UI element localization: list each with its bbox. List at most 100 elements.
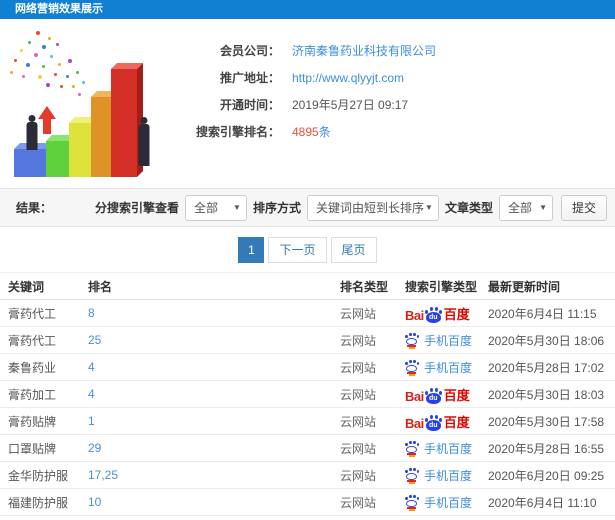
- mobile-baidu-label: 手机百度: [424, 468, 473, 483]
- mobile-baidu-label: 手机百度: [424, 360, 473, 375]
- rank-cell[interactable]: 8: [88, 306, 340, 320]
- article-type-select[interactable]: 全部 ▼: [498, 194, 553, 221]
- info-field-label: 会员公司：: [219, 44, 280, 58]
- chart-bar-blue: [14, 143, 53, 177]
- mobile-baidu-logo: 手机百度: [405, 467, 472, 484]
- mobile-baidu-label: 手机百度: [424, 333, 473, 348]
- rank-cell[interactable]: 1: [88, 414, 340, 428]
- mobile-baidu-paw-icon: [405, 494, 419, 511]
- info-field-row: 推广地址： http://www.qlyyjt.com: [168, 64, 436, 91]
- info-field-value[interactable]: 济南秦鲁药业科技有限公司: [292, 42, 436, 59]
- baidu-logo-cn: 百度: [443, 414, 470, 430]
- updated-cell: 2020年6月20日 09:25: [488, 468, 605, 483]
- mobile-baidu-logo: 手机百度: [405, 440, 472, 457]
- updated-cell: 2020年5月30日 18:06: [488, 333, 605, 348]
- table-row: 口罩贴牌 29 云网站 Bai du 百度 手机百度 2020年5月28日 16…: [0, 435, 615, 462]
- baidu-logo: Bai du 百度: [405, 304, 470, 323]
- businessman-figure: [24, 115, 40, 151]
- rank-type-cell: 云网站: [340, 441, 377, 456]
- rank-cell[interactable]: 17,25: [88, 468, 340, 482]
- engine-type-cell: Bai du 百度 手机百度: [405, 440, 488, 457]
- engine-type-cell: Bai du 百度 手机百度: [405, 332, 488, 349]
- engine-type-cell: Bai du 百度 手机百度: [405, 359, 488, 376]
- last-page-button[interactable]: 尾页: [330, 236, 377, 263]
- rank-type-cell: 云网站: [340, 360, 377, 375]
- col-header-engine-type: 搜索引擎类型: [405, 279, 478, 294]
- table-row: Bai du 百度 手机百度: [0, 516, 615, 520]
- account-info-section: 会员公司： 济南秦鲁药业科技有限公司 推广地址： http://www.qlyy…: [0, 19, 615, 188]
- chevron-down-icon: ▼: [425, 202, 433, 212]
- info-field-suffix: 条: [318, 125, 331, 139]
- updated-cell: 2020年6月4日 11:15: [488, 306, 597, 321]
- baidu-logo: Bai du 百度: [405, 412, 470, 431]
- rank-cell[interactable]: 25: [88, 333, 340, 347]
- keyword-cell: 金华防护服: [8, 468, 69, 483]
- info-field-label: 推广地址：: [219, 71, 280, 85]
- marketing-illustration: [8, 29, 173, 181]
- mobile-baidu-logo: 手机百度: [405, 359, 472, 376]
- mobile-baidu-paw-icon: [405, 467, 419, 484]
- rank-cell[interactable]: 4: [88, 360, 340, 374]
- rank-type-cell: 云网站: [340, 387, 377, 402]
- table-row: 金华防护服 17,25 云网站 Bai du 百度 手机百度 2020年6月20…: [0, 462, 615, 489]
- sort-filter-select[interactable]: 关键词由短到长排序 ▼: [306, 194, 439, 221]
- col-header-rank-type: 排名类型: [340, 279, 389, 294]
- table-row: 膏药代工 8 云网站 Bai du 百度 手机百度 2020年6月4日 11:1…: [0, 300, 615, 327]
- info-field-value[interactable]: http://www.qlyyjt.com: [292, 71, 404, 85]
- col-header-rank: 排名: [88, 279, 113, 294]
- rank-cell[interactable]: 4: [88, 387, 340, 401]
- chevron-down-icon: ▼: [539, 202, 547, 212]
- baidu-logo: Bai du 百度: [405, 385, 470, 404]
- baidu-logo-du: du: [425, 419, 441, 431]
- chevron-down-icon: ▼: [233, 202, 241, 212]
- keyword-cell: 膏药代工: [8, 306, 57, 321]
- chart-bar-red: [111, 63, 143, 177]
- page-number-current[interactable]: 1: [238, 236, 265, 263]
- engine-type-cell: Bai du 百度 手机百度: [405, 494, 488, 511]
- info-field-label: 搜索引擎排名：: [195, 125, 280, 139]
- mobile-baidu-paw-icon: [405, 359, 419, 376]
- mobile-baidu-paw-icon: [405, 440, 419, 457]
- keyword-cell: 秦鲁药业: [8, 360, 57, 375]
- keyword-cell: 口罩贴牌: [8, 441, 57, 456]
- baidu-logo-bai: Bai: [405, 388, 424, 404]
- rank-cell[interactable]: 29: [88, 441, 340, 455]
- engine-type-cell: Bai du 百度 手机百度: [405, 304, 488, 323]
- article-type-value: 全部: [507, 200, 532, 215]
- updated-cell: 2020年6月4日 11:10: [488, 495, 597, 510]
- growth-arrow-icon: [38, 106, 56, 134]
- mobile-baidu-paw-icon: [405, 332, 419, 349]
- updated-cell: 2020年5月28日 16:55: [488, 441, 605, 456]
- baidu-logo-du: du: [425, 392, 441, 404]
- rank-type-cell: 云网站: [340, 468, 377, 483]
- updated-cell: 2020年5月30日 17:58: [488, 414, 605, 429]
- table-row: 膏药代工 25 云网站 Bai du 百度 手机百度 2020年5月30日 18…: [0, 327, 615, 354]
- mobile-baidu-label: 手机百度: [424, 495, 473, 510]
- baidu-logo-cn: 百度: [443, 387, 470, 403]
- engine-filter-select[interactable]: 全部 ▼: [184, 194, 247, 221]
- keyword-cell: 膏药代工: [8, 333, 57, 348]
- table-row: 膏药贴牌 1 云网站 Bai du 百度 手机百度 2020年5月30日 17:…: [0, 408, 615, 435]
- results-label: 结果：: [16, 201, 53, 215]
- baidu-logo-cn: 百度: [443, 306, 470, 322]
- col-header-keyword: 关键词: [8, 279, 45, 294]
- page-title: 网络营销效果展示: [0, 0, 615, 19]
- info-field-row: 会员公司： 济南秦鲁药业科技有限公司: [168, 37, 436, 64]
- table-body: 膏药代工 8 云网站 Bai du 百度 手机百度 2020年6月4日 11:1…: [0, 300, 615, 520]
- next-page-button[interactable]: 下一页: [268, 236, 327, 263]
- engine-type-cell: Bai du 百度 手机百度: [405, 412, 488, 431]
- baidu-logo-du: du: [425, 311, 441, 323]
- rank-cell[interactable]: 10: [88, 495, 340, 509]
- table-header: 关键词 排名 排名类型 搜索引擎类型 最新更新时间: [0, 272, 615, 300]
- engine-filter-label: 分搜索引擎查看: [94, 201, 179, 215]
- rank-type-cell: 云网站: [340, 306, 377, 321]
- engine-type-cell: Bai du 百度 手机百度: [405, 385, 488, 404]
- submit-button[interactable]: 提交: [560, 194, 607, 221]
- keyword-cell: 福建防护服: [8, 495, 69, 510]
- baidu-paw-icon: du: [424, 306, 443, 323]
- keyword-cell: 膏药加工: [8, 387, 57, 402]
- info-field-row: 搜索引擎排名： 4895 条: [168, 118, 436, 145]
- rank-type-cell: 云网站: [340, 414, 377, 429]
- baidu-logo-bai: Bai: [405, 415, 424, 431]
- table-row: 秦鲁药业 4 云网站 Bai du 百度 手机百度 2020年5月28日 17:…: [0, 354, 615, 381]
